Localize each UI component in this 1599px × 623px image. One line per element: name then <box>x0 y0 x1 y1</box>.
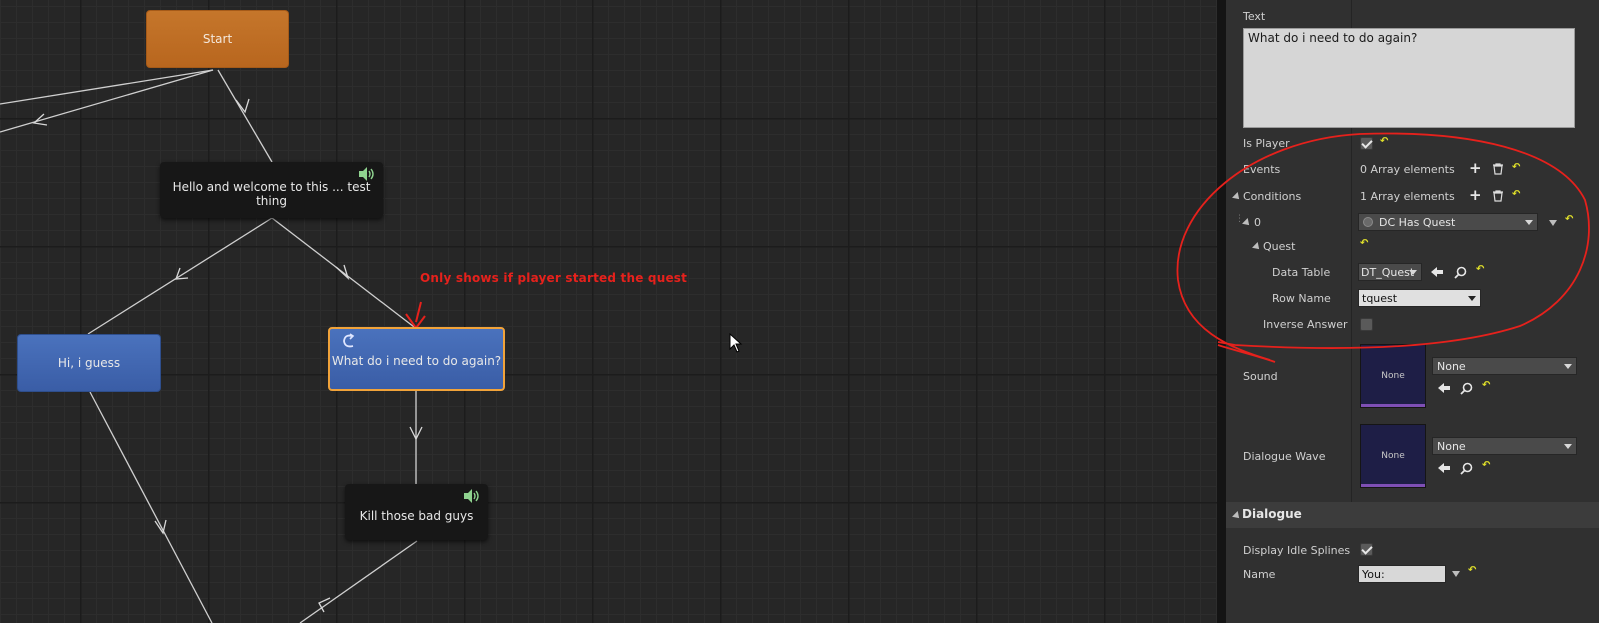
sound-label: Sound <box>1243 370 1278 383</box>
collapse-triangle <box>1232 511 1242 521</box>
dropdown-caret-icon[interactable] <box>1549 220 1557 226</box>
search-icon[interactable] <box>1454 266 1467 279</box>
display-idle-splines-checkbox[interactable] <box>1360 543 1373 556</box>
annotation-arrow <box>405 301 426 330</box>
trash-icon[interactable] <box>1492 163 1504 175</box>
dialogue-graph[interactable]: Start Hello and welcome to this ... test… <box>0 0 1217 623</box>
dropdown-caret-icon <box>1409 270 1417 275</box>
condition-type-value: DC Has Quest <box>1379 215 1456 229</box>
index-0-label: 0 <box>1254 216 1261 229</box>
reset-arrow-icon[interactable]: ↶ <box>1512 189 1520 200</box>
wire-start-left2 <box>0 69 214 133</box>
inverse-answer-label: Inverse Answer <box>1263 318 1348 331</box>
details-panel: Text What do i need to do again? Is Play… <box>1226 0 1599 623</box>
reset-arrow-icon[interactable]: ↶ <box>1482 460 1490 471</box>
back-arrow-icon[interactable] <box>1437 382 1451 394</box>
graph-wires <box>0 69 426 623</box>
wave-value: None <box>1437 439 1466 453</box>
node-hello-label: Hello and welcome to this ... test thing <box>172 180 371 208</box>
loop-icon <box>343 333 355 348</box>
reset-arrow-icon[interactable]: ↶ <box>1482 380 1490 391</box>
text-label: Text <box>1243 10 1266 23</box>
sound-value: None <box>1437 359 1466 373</box>
dialogue-section-header[interactable]: Dialogue <box>1226 502 1599 528</box>
collapse-triangle[interactable] <box>1252 242 1262 252</box>
wire-hello-hi <box>87 217 273 335</box>
sound-thumbnail[interactable]: None <box>1360 344 1426 408</box>
node-start-label: Start <box>202 32 233 46</box>
wire-start-hello <box>217 69 273 163</box>
back-arrow-icon[interactable] <box>1430 266 1444 278</box>
name-field[interactable]: You: <box>1358 565 1446 583</box>
is-player-label: Is Player <box>1243 137 1290 150</box>
dialogue-wave-label: Dialogue Wave <box>1243 450 1326 463</box>
data-table-value: DT_Quest <box>1361 265 1415 279</box>
reset-arrow-icon[interactable]: ↶ <box>1476 264 1484 275</box>
row-name-label: Row Name <box>1272 292 1331 305</box>
node-hi[interactable]: Hi, i guess <box>17 334 161 392</box>
reset-arrow-icon[interactable]: ↶ <box>1380 136 1388 147</box>
back-arrow-icon[interactable] <box>1437 462 1451 474</box>
data-table-dropdown[interactable]: DT_Quest <box>1358 263 1422 281</box>
node-start[interactable]: Start <box>146 10 289 68</box>
reset-arrow-icon[interactable]: ↶ <box>1468 565 1476 576</box>
wave-thumbnail[interactable]: None <box>1360 424 1426 488</box>
dropdown-caret-icon <box>1468 296 1476 301</box>
speaker-icon <box>464 489 479 503</box>
dialogue-section-title: Dialogue <box>1242 507 1302 521</box>
quest-label: Quest <box>1263 240 1296 253</box>
node-kill[interactable]: Kill those bad guys <box>345 484 488 540</box>
wire-kill-down <box>299 540 418 623</box>
dropdown-caret-icon <box>1564 364 1572 369</box>
speaker-icon <box>359 167 374 181</box>
plus-icon[interactable]: + <box>1469 188 1482 203</box>
wave-dropdown[interactable]: None <box>1432 437 1577 455</box>
cursor-icon <box>729 333 743 353</box>
circle-icon <box>1363 217 1373 227</box>
plus-icon[interactable]: + <box>1469 161 1482 176</box>
annotation-text: Only shows if player started the quest <box>420 271 688 285</box>
conditions-value: 1 Array elements <box>1360 190 1455 203</box>
wire-hello-what <box>271 217 419 331</box>
reset-arrow-icon[interactable]: ↶ <box>1512 162 1520 173</box>
node-kill-label: Kill those bad guys <box>359 509 474 523</box>
name-value: You: <box>1362 567 1385 581</box>
dropdown-caret-icon[interactable] <box>1452 571 1460 577</box>
arrowhead <box>318 597 331 613</box>
row-name-value: tquest <box>1362 291 1398 305</box>
search-icon[interactable] <box>1460 462 1473 475</box>
text-field[interactable]: What do i need to do again? <box>1243 28 1575 128</box>
dropdown-caret-icon <box>1525 220 1533 225</box>
dropdown-caret-icon <box>1564 444 1572 449</box>
wire-hi-down <box>89 391 213 623</box>
sound-dropdown[interactable]: None <box>1432 357 1577 375</box>
node-what[interactable]: What do i need to do again? <box>328 327 505 391</box>
trash-icon[interactable] <box>1492 190 1504 202</box>
wire-start-left1 <box>0 69 214 105</box>
node-hi-label: Hi, i guess <box>57 356 121 370</box>
conditions-label: Conditions <box>1243 190 1302 203</box>
node-what-label: What do i need to do again? <box>331 354 502 368</box>
condition-type-dropdown[interactable]: DC Has Quest <box>1358 213 1538 231</box>
reset-arrow-icon[interactable]: ↶ <box>1565 214 1573 225</box>
row-name-dropdown[interactable]: tquest <box>1358 289 1481 307</box>
data-table-label: Data Table <box>1272 266 1331 279</box>
is-player-checkbox[interactable] <box>1360 137 1373 150</box>
display-idle-splines-label: Display Idle Splines <box>1243 544 1351 557</box>
events-label: Events <box>1243 163 1281 176</box>
arrowhead <box>235 98 250 114</box>
name-label: Name <box>1243 568 1276 581</box>
node-hello[interactable]: Hello and welcome to this ... test thing <box>160 162 383 218</box>
collapse-triangle[interactable] <box>1232 192 1242 202</box>
inverse-answer-checkbox[interactable] <box>1360 318 1373 331</box>
search-icon[interactable] <box>1460 382 1473 395</box>
events-value: 0 Array elements <box>1360 163 1455 176</box>
reset-arrow-icon[interactable]: ↶ <box>1360 238 1368 249</box>
panel-splitter[interactable] <box>1217 0 1226 623</box>
